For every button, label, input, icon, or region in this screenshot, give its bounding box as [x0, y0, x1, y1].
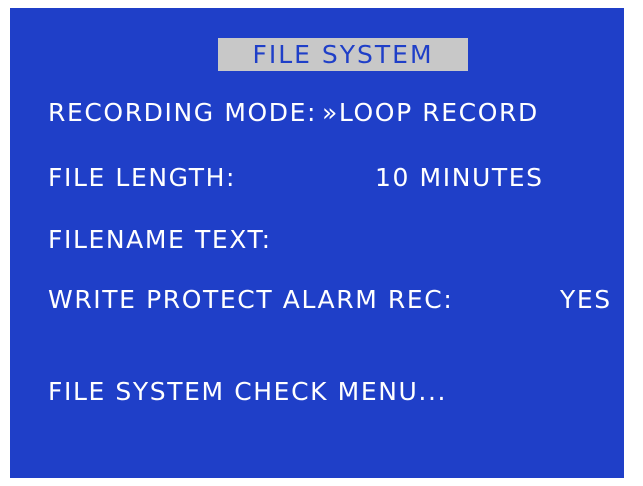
filename-text-label[interactable]: FILENAME TEXT: — [48, 225, 272, 255]
osd-menu-screen: FILE SYSTEM RECORDING MODE: »LOOP RECORD… — [10, 8, 624, 478]
menu-title: FILE SYSTEM — [218, 38, 468, 71]
recording-mode-value[interactable]: »LOOP RECORD — [322, 98, 539, 128]
write-protect-alarm-value[interactable]: YES — [560, 285, 612, 315]
file-system-check-menu-item[interactable]: FILE SYSTEM CHECK MENU... — [48, 377, 447, 407]
file-length-label[interactable]: FILE LENGTH: — [48, 163, 236, 193]
write-protect-alarm-label[interactable]: WRITE PROTECT ALARM REC: — [48, 285, 453, 315]
recording-mode-label[interactable]: RECORDING MODE: — [48, 98, 317, 128]
file-length-value[interactable]: 10 MINUTES — [375, 163, 544, 193]
